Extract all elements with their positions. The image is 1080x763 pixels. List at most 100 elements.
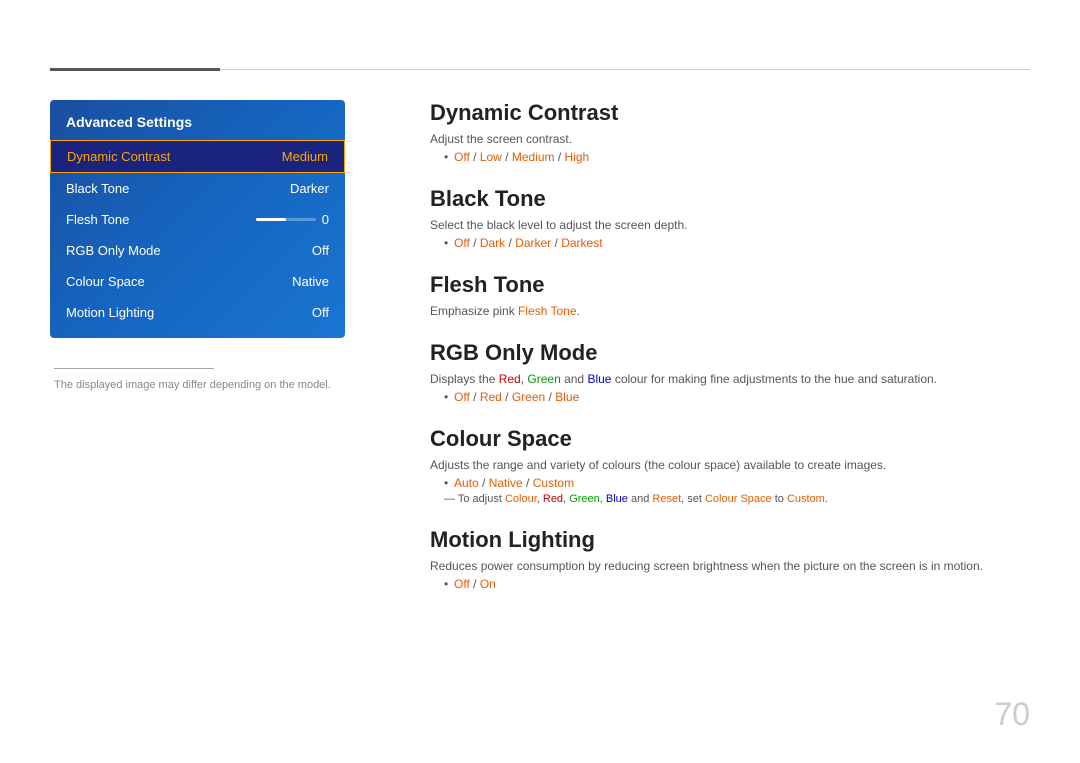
option-darker: Darker — [515, 236, 551, 250]
flesh-tone-highlight: Flesh Tone — [518, 304, 576, 318]
top-line-dark — [50, 68, 220, 71]
slider-fill — [256, 218, 286, 221]
blue-highlight: Blue — [587, 372, 611, 386]
options-list-item: Off / On — [444, 577, 1030, 591]
sep: / — [470, 577, 480, 591]
option-medium: Medium — [512, 150, 555, 164]
menu-item-value: Medium — [282, 149, 328, 164]
sep: / — [555, 150, 565, 164]
left-panel: Advanced Settings Dynamic Contrast Mediu… — [50, 100, 345, 391]
menu-item-dynamic-contrast[interactable]: Dynamic Contrast Medium — [50, 140, 345, 173]
section-desc-black-tone: Select the black level to adjust the scr… — [430, 218, 1030, 232]
flesh-tone-slider: 0 — [256, 212, 329, 227]
section-motion-lighting: Motion Lighting Reduces power consumptio… — [430, 527, 1030, 591]
blue-highlight2: Blue — [606, 493, 628, 505]
sep: / — [545, 390, 555, 404]
sep: / — [470, 390, 480, 404]
option-green: Green — [512, 390, 545, 404]
option-off: Off — [454, 236, 470, 250]
sep: / — [523, 476, 533, 490]
section-options-colour-space: Auto / Native / Custom — [430, 476, 1030, 490]
section-options-black-tone: Off / Dark / Darker / Darkest — [430, 236, 1030, 250]
colour-space-subnote: To adjust Colour, Red, Green, Blue and R… — [430, 493, 1030, 505]
option-dark: Dark — [480, 236, 505, 250]
option-off: Off — [454, 390, 470, 404]
colour-space-highlight: Colour Space — [705, 493, 772, 505]
note-divider — [54, 368, 214, 369]
section-dynamic-contrast: Dynamic Contrast Adjust the screen contr… — [430, 100, 1030, 164]
option-off: Off — [454, 150, 470, 164]
option-high: High — [565, 150, 590, 164]
top-decorative-lines — [50, 68, 1030, 71]
options-list-item: Auto / Native / Custom — [444, 476, 1030, 490]
slider-track — [256, 218, 316, 221]
note-text: The displayed image may differ depending… — [54, 379, 341, 391]
sep: / — [470, 236, 480, 250]
options-list-item: Off / Low / Medium / High — [444, 150, 1030, 164]
section-options-rgb: Off / Red / Green / Blue — [430, 390, 1030, 404]
option-low: Low — [480, 150, 502, 164]
section-rgb-only-mode: RGB Only Mode Displays the Red, Green an… — [430, 340, 1030, 404]
colour-highlight: Colour — [505, 493, 537, 505]
menu-item-label: Motion Lighting — [66, 305, 154, 320]
sep: / — [551, 236, 561, 250]
section-desc-dynamic-contrast: Adjust the screen contrast. — [430, 132, 1030, 146]
menu-item-label: Flesh Tone — [66, 212, 129, 227]
sep: / — [505, 236, 515, 250]
menu-item-label: RGB Only Mode — [66, 243, 161, 258]
page-number: 70 — [994, 696, 1030, 733]
sep: / — [470, 150, 480, 164]
advanced-settings-menu: Advanced Settings Dynamic Contrast Mediu… — [50, 100, 345, 338]
section-title-dynamic-contrast: Dynamic Contrast — [430, 100, 1030, 126]
sep: / — [502, 390, 512, 404]
section-black-tone: Black Tone Select the black level to adj… — [430, 186, 1030, 250]
section-options-motion-lighting: Off / On — [430, 577, 1030, 591]
reset-highlight: Reset — [652, 493, 681, 505]
section-options-dynamic-contrast: Off / Low / Medium / High — [430, 150, 1030, 164]
section-desc-motion-lighting: Reduces power consumption by reducing sc… — [430, 559, 1030, 573]
red-highlight2: Red — [543, 493, 563, 505]
sep: / — [502, 150, 512, 164]
option-custom: Custom — [533, 476, 574, 490]
red-highlight: Red — [499, 372, 521, 386]
menu-item-value: Off — [312, 305, 329, 320]
option-native: Native — [489, 476, 523, 490]
section-desc-flesh-tone: Emphasize pink Flesh Tone. — [430, 304, 1030, 318]
section-title-rgb-only-mode: RGB Only Mode — [430, 340, 1030, 366]
menu-item-label: Dynamic Contrast — [67, 149, 170, 164]
option-auto: Auto — [454, 476, 479, 490]
note-section: The displayed image may differ depending… — [50, 368, 345, 391]
section-desc-rgb-only-mode: Displays the Red, Green and Blue colour … — [430, 372, 1030, 386]
menu-item-value: Darker — [290, 181, 329, 196]
section-colour-space: Colour Space Adjusts the range and varie… — [430, 426, 1030, 505]
menu-item-motion-lighting[interactable]: Motion Lighting Off — [50, 297, 345, 328]
menu-item-value: Off — [312, 243, 329, 258]
menu-item-label: Black Tone — [66, 181, 129, 196]
menu-item-flesh-tone[interactable]: Flesh Tone 0 — [50, 204, 345, 235]
menu-item-black-tone[interactable]: Black Tone Darker — [50, 173, 345, 204]
option-off: Off — [454, 577, 470, 591]
green-highlight: Green — [527, 372, 560, 386]
options-list-item: Off / Dark / Darker / Darkest — [444, 236, 1030, 250]
sep: / — [479, 476, 489, 490]
custom-highlight: Custom — [787, 493, 825, 505]
options-list-item: Off / Red / Green / Blue — [444, 390, 1030, 404]
option-on: On — [480, 577, 496, 591]
menu-item-rgb-only-mode[interactable]: RGB Only Mode Off — [50, 235, 345, 266]
section-flesh-tone: Flesh Tone Emphasize pink Flesh Tone. — [430, 272, 1030, 318]
option-red: Red — [480, 390, 502, 404]
section-title-flesh-tone: Flesh Tone — [430, 272, 1030, 298]
section-title-motion-lighting: Motion Lighting — [430, 527, 1030, 553]
top-line-light — [220, 69, 1030, 70]
option-blue: Blue — [555, 390, 579, 404]
green-highlight2: Green — [569, 493, 600, 505]
menu-title: Advanced Settings — [50, 114, 345, 140]
option-darkest: Darkest — [561, 236, 602, 250]
menu-item-value: Native — [292, 274, 329, 289]
menu-item-colour-space[interactable]: Colour Space Native — [50, 266, 345, 297]
section-title-colour-space: Colour Space — [430, 426, 1030, 452]
flesh-tone-value: 0 — [322, 212, 329, 227]
section-title-black-tone: Black Tone — [430, 186, 1030, 212]
right-content: Dynamic Contrast Adjust the screen contr… — [430, 100, 1030, 613]
section-desc-colour-space: Adjusts the range and variety of colours… — [430, 458, 1030, 472]
